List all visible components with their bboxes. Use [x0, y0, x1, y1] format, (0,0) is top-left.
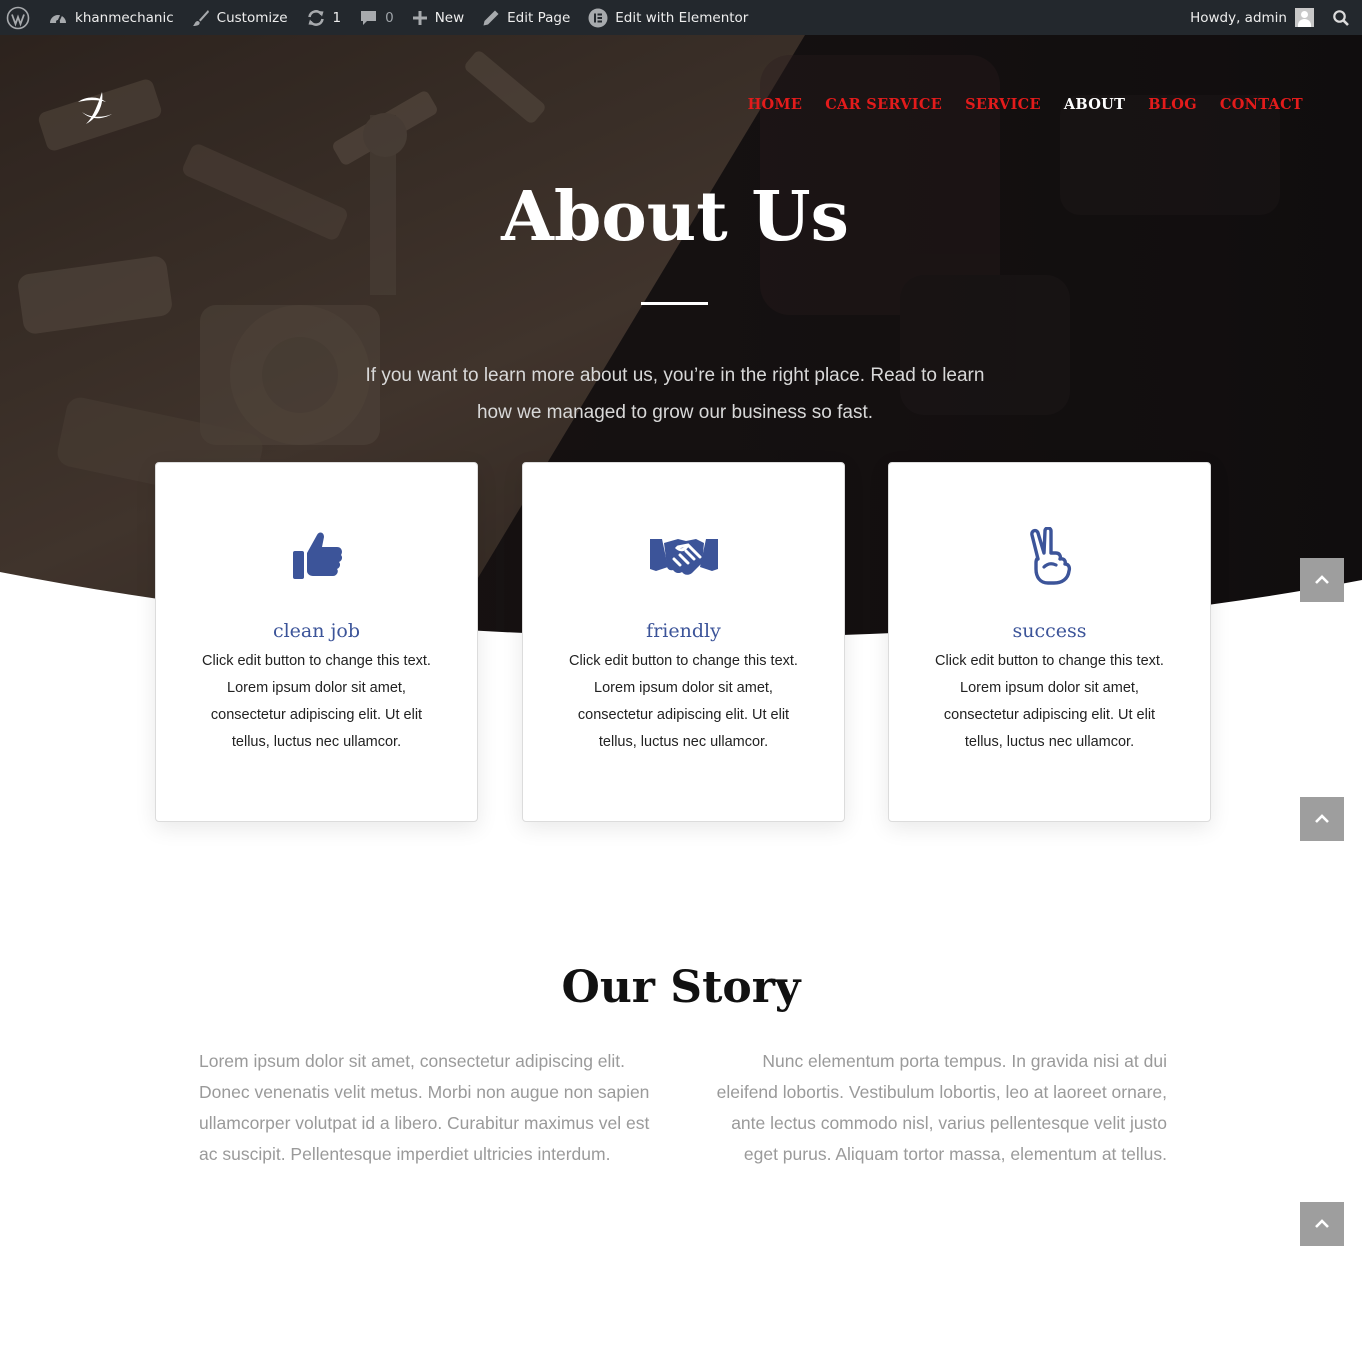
pencil-icon: [483, 10, 499, 25]
feature-card-friendly: friendly Click edit button to change thi…: [522, 462, 845, 822]
scroll-to-top-button[interactable]: [1300, 1202, 1344, 1246]
edit-with-elementor-label: Edit with Elementor: [615, 9, 749, 26]
updates-count: 1: [332, 9, 342, 26]
nav-blog[interactable]: BLOG: [1148, 96, 1197, 113]
chevron-up-icon: [1315, 575, 1329, 584]
comments-link[interactable]: 0: [350, 0, 403, 35]
howdy-label: Howdy, admin: [1190, 9, 1287, 26]
updates-link[interactable]: 1: [297, 0, 351, 35]
nav-contact[interactable]: CONTACT: [1220, 96, 1303, 113]
dashboard-gauge-icon: [50, 13, 66, 24]
updates-refresh-icon: [307, 9, 324, 26]
main-nav: HOME CAR SERVICE SERVICE ABOUT BLOG CONT…: [725, 96, 1303, 113]
feature-card-success: success Click edit button to change this…: [888, 462, 1211, 822]
paintbrush-icon: [192, 9, 209, 26]
story-heading: Our Story: [561, 962, 801, 1013]
site-name-link[interactable]: khanmechanic: [39, 0, 183, 35]
hero-subtitle: If you want to learn more about us, you’…: [365, 365, 985, 423]
feature-title: success: [1012, 620, 1087, 642]
chevron-up-icon: [1315, 814, 1329, 823]
wordpress-logo-button[interactable]: [0, 0, 39, 35]
story-left-paragraph: Lorem ipsum dolor sit amet, consectetur …: [199, 1051, 650, 1164]
victory-hand-icon: [1029, 527, 1071, 585]
nav-about[interactable]: ABOUT: [1064, 96, 1125, 113]
feature-text: Click edit button to change this text. L…: [935, 653, 1164, 750]
customize-label: Customize: [216, 9, 288, 26]
account-menu[interactable]: Howdy, admin: [1181, 0, 1323, 35]
title-divider: [641, 302, 708, 305]
feature-text: Click edit button to change this text. L…: [202, 653, 431, 750]
search-button[interactable]: [1323, 0, 1362, 35]
edit-page-link[interactable]: Edit Page: [473, 0, 579, 35]
nav-car-service[interactable]: CAR SERVICE: [825, 96, 942, 113]
comments-count: 0: [385, 9, 394, 26]
chevron-up-icon: [1315, 1219, 1329, 1228]
plus-icon: [412, 10, 427, 25]
khanmechanic-logo-icon: [78, 92, 112, 124]
handshake-icon: [649, 539, 718, 575]
site-name-label: khanmechanic: [75, 9, 174, 26]
admin-bar: khanmechanic Customize 1 0 New Edit Page…: [0, 0, 1362, 35]
feature-title: clean job: [272, 620, 361, 642]
search-icon: [1333, 9, 1349, 26]
edit-with-elementor-link[interactable]: Edit with Elementor: [579, 0, 757, 35]
scroll-to-top-button[interactable]: [1300, 797, 1344, 841]
story-right-paragraph: Nunc elementum porta tempus. In gravida …: [716, 1051, 1167, 1164]
elementor-icon: [588, 8, 608, 27]
new-label: New: [434, 9, 465, 26]
avatar: [1295, 8, 1314, 27]
site-logo[interactable]: [72, 88, 116, 132]
comment-bubble-icon: [361, 10, 377, 25]
nav-service[interactable]: SERVICE: [965, 96, 1041, 113]
thumbs-up-icon: [292, 532, 342, 579]
feature-card-clean-job: clean job Click edit button to change th…: [155, 462, 478, 822]
feature-title: friendly: [646, 620, 721, 642]
new-content-link[interactable]: New: [403, 0, 473, 35]
page-title: About Us: [501, 177, 849, 257]
scroll-to-top-button[interactable]: [1300, 558, 1344, 602]
edit-page-label: Edit Page: [507, 9, 571, 26]
customize-link[interactable]: Customize: [183, 0, 297, 35]
wordpress-icon: [6, 6, 30, 29]
nav-home[interactable]: HOME: [748, 96, 803, 113]
feature-text: Click edit button to change this text. L…: [569, 653, 798, 750]
